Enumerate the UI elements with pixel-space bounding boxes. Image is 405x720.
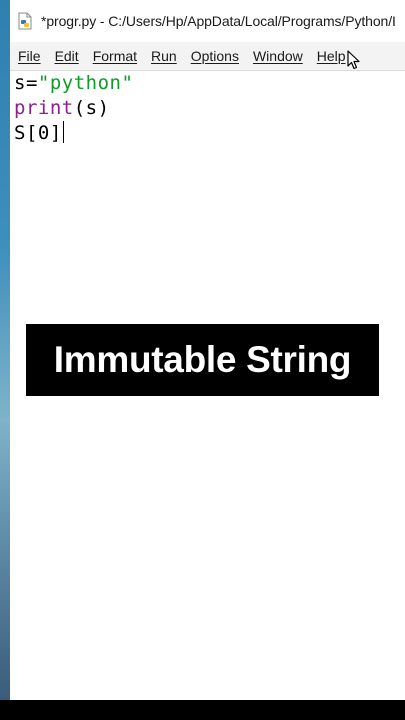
code-line-1: s="python" [14,71,133,95]
code-token-builtin: print [14,97,74,119]
menu-file[interactable]: File [18,48,41,64]
menu-options[interactable]: Options [191,48,239,64]
python-file-icon [18,12,32,30]
menu-help[interactable]: Help [317,48,346,64]
menu-edit[interactable]: Edit [55,48,79,64]
text-caret [62,121,64,143]
title-bar[interactable]: *progr.py - C:/Users/Hp/AppData/Local/Pr… [10,0,405,42]
code-token-args: (s) [73,97,110,119]
code-token-expression: S[0] [14,122,62,144]
bottom-black-bar [0,700,405,720]
menu-run[interactable]: Run [151,48,177,64]
mouse-pointer-icon [347,50,360,70]
menu-format[interactable]: Format [93,48,137,64]
code-token-string: "python" [37,72,134,94]
code-line-2: print(s) [14,96,110,120]
window-title: *progr.py - C:/Users/Hp/AppData/Local/Pr… [41,13,396,29]
code-token-variable: s= [14,72,38,94]
caption-overlay: Immutable String [26,324,379,396]
screen: *progr.py - C:/Users/Hp/AppData/Local/Pr… [0,0,405,720]
menu-bar: File Edit Format Run Options Window Help [10,42,405,71]
menu-window[interactable]: Window [253,48,303,64]
caption-text: Immutable String [53,339,352,380]
code-line-3: S[0] [14,121,64,145]
desktop-background [0,0,10,700]
